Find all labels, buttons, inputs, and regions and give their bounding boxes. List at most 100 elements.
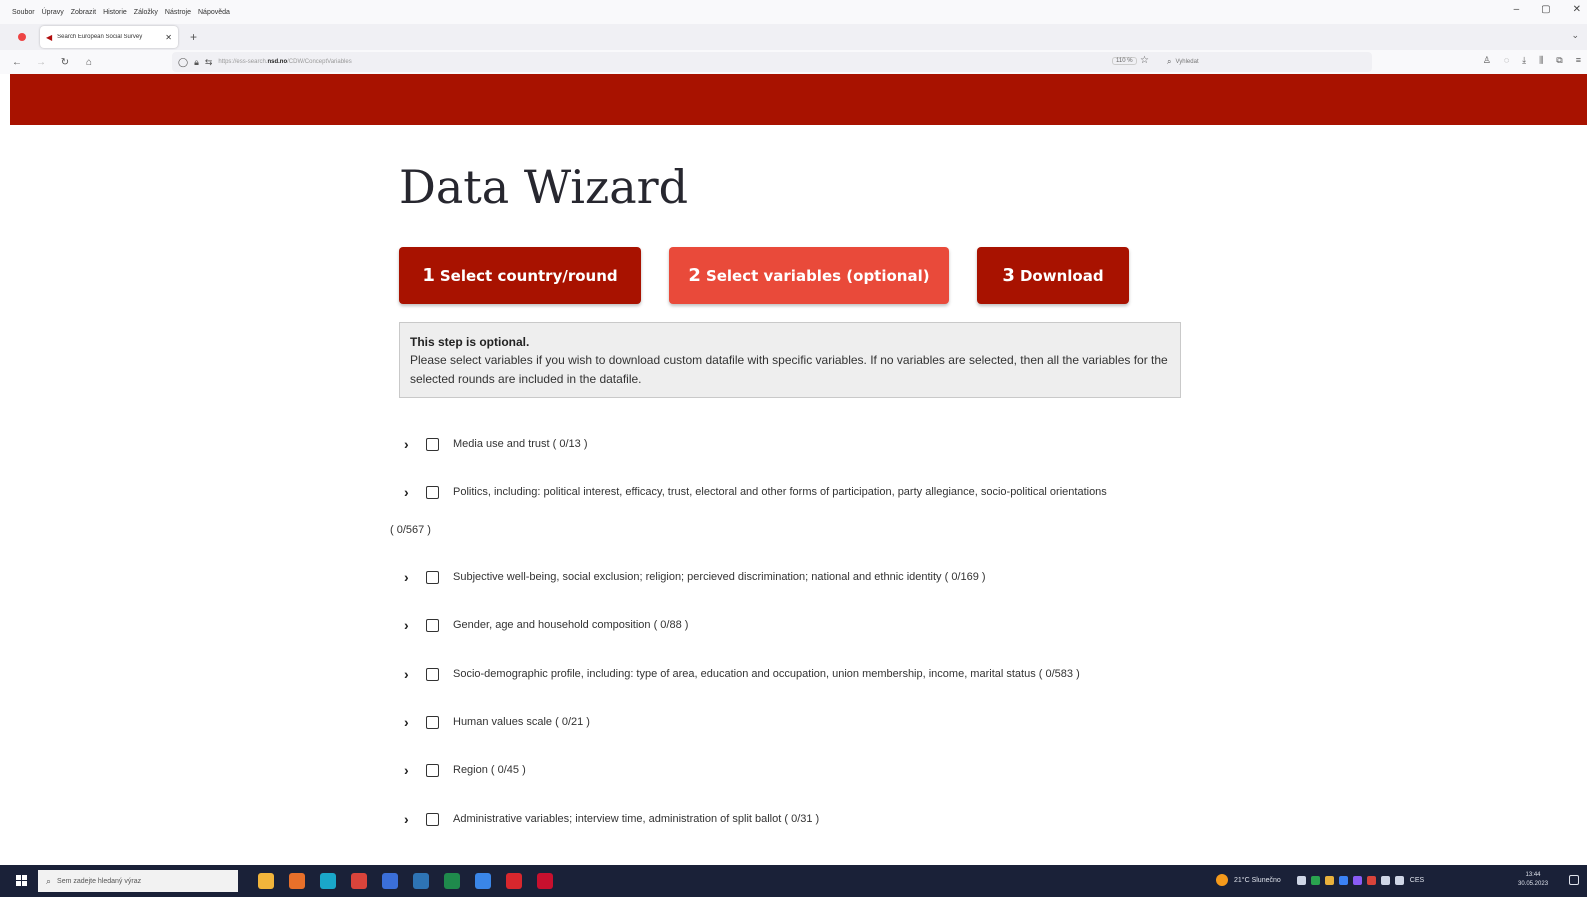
optional-step-info: This step is optional. Please select var… [399,322,1181,398]
edge-icon[interactable] [320,873,336,889]
step-select-country-round-button[interactable]: 1 Select country/round [399,247,641,304]
category-label[interactable]: Gender, age and household composition ( … [453,619,688,631]
category-label[interactable]: Subjective well-being, social exclusion;… [453,571,986,583]
url-text[interactable]: https://ess-search.nsd.no/CDW/ConceptVar… [218,59,351,65]
category-label[interactable]: Politics, including: political interest,… [453,486,1107,498]
weather-icon[interactable] [1216,874,1228,886]
zoom-level[interactable]: 110 % [1112,57,1137,65]
step-number: 3 [1002,265,1015,286]
category-checkbox[interactable] [426,812,439,826]
firefox-icon[interactable] [289,873,305,889]
step-select-variables-button[interactable]: 2 Select variables (optional) [669,247,949,304]
menu-history[interactable]: Historie [103,9,127,16]
browser-tab[interactable]: ◀ Search European Social Survey ✕ [40,26,178,48]
permissions-icon[interactable]: ⇆ [205,57,213,68]
bookmark-star-icon[interactable]: ☆ [1140,55,1149,66]
firefox-view-icon[interactable] [18,33,26,41]
close-window-button[interactable]: ✕ [1573,4,1581,15]
category-checkbox[interactable] [426,763,439,777]
expand-chevron-icon[interactable]: › [404,714,414,730]
category-label[interactable]: Socio-demographic profile, including: ty… [453,668,1080,680]
lock-icon[interactable]: 🔒︎ [194,57,199,68]
menu-icon[interactable]: ≡ [1576,55,1581,66]
category-row: › Administrative variables; interview ti… [404,811,819,827]
address-bar[interactable]: ◯ 🔒︎ ⇆ https://ess-search.nsd.no/CDW/Con… [172,52,1372,72]
word-icon[interactable] [382,873,398,889]
category-checkbox[interactable] [426,667,439,681]
excel-icon[interactable] [444,873,460,889]
category-checkbox[interactable] [426,715,439,729]
weather-text[interactable]: 21°C Slunečno [1234,877,1281,884]
search-input[interactable]: ⌕ Vyhledat [1165,54,1370,70]
windows-start-icon[interactable] [16,875,27,886]
notification-icon[interactable] [1569,875,1579,885]
expand-chevron-icon[interactable]: › [404,617,414,633]
menu-bookmarks[interactable]: Záložky [134,9,158,16]
tab-close-icon[interactable]: ✕ [165,33,172,42]
menu-help[interactable]: Nápověda [198,9,230,16]
tray-app-icon[interactable] [1352,875,1362,885]
tray-app-icon[interactable] [1310,875,1320,885]
menu-tools[interactable]: Nástroje [165,9,191,16]
app-icon[interactable] [537,873,553,889]
home-icon[interactable]: ⌂ [82,57,96,68]
tray-app-icon[interactable] [1296,875,1306,885]
step-download-button[interactable]: 3 Download [977,247,1129,304]
menu-view[interactable]: Zobrazit [71,9,96,16]
list-tabs-icon[interactable]: ⌄ [1571,30,1579,41]
expand-chevron-icon[interactable]: › [404,666,414,682]
downloads-icon[interactable]: ⤓ [1522,55,1526,66]
expand-chevron-icon[interactable]: › [404,484,414,500]
category-label[interactable]: Administrative variables; interview time… [453,813,819,825]
category-checkbox[interactable] [426,618,439,632]
shield-icon[interactable]: ◯ [178,57,188,68]
account-icon[interactable]: ♙ [1483,55,1491,66]
browser-tabbar: ◀ Search European Social Survey ✕ + ⌄ [0,24,1587,50]
taskbar-search-input[interactable]: ⌕ Sem zadejte hledaný výraz [38,870,238,892]
menu-edit[interactable]: Úpravy [42,9,64,16]
tray-app-icon[interactable] [1366,875,1376,885]
onedrive-icon[interactable] [475,873,491,889]
library-icon[interactable]: ⫼ [1539,55,1543,66]
maximize-button[interactable]: ▢ [1541,4,1550,15]
expand-chevron-icon[interactable]: › [404,762,414,778]
back-icon[interactable]: ← [10,57,24,68]
step-number: 2 [688,265,701,286]
expand-chevron-icon[interactable]: › [404,811,414,827]
outlook-icon[interactable] [413,873,429,889]
favicon-icon: ◀ [46,32,53,42]
volume-icon[interactable] [1394,875,1404,885]
file-explorer-icon[interactable] [258,873,274,889]
minimize-button[interactable]: – [1514,4,1520,15]
network-icon[interactable] [1380,875,1390,885]
expand-chevron-icon[interactable]: › [404,436,414,452]
step-number: 1 [422,265,435,286]
step-label: Select country/round [439,266,618,285]
tray-app-icon[interactable] [1338,875,1348,885]
search-icon: ⌕ [46,875,52,886]
extensions-icon[interactable]: ⧉ [1556,55,1562,66]
forward-icon[interactable]: → [34,57,48,68]
category-checkbox[interactable] [426,485,439,499]
screen: Soubor Úpravy Zobrazit Historie Záložky … [0,0,1587,897]
new-tab-button[interactable]: + [190,30,197,44]
chrome-icon[interactable] [351,873,367,889]
acrobat-icon[interactable] [506,873,522,889]
category-label[interactable]: Human values scale ( 0/21 ) [453,716,590,728]
pocket-icon[interactable]: ◌ [1504,55,1509,66]
expand-chevron-icon[interactable]: › [404,569,414,585]
system-tray: 21°C Slunečno CES [1216,874,1424,886]
taskbar-clock[interactable]: 13:44 30.05.2023 [1518,871,1548,889]
menu-file[interactable]: Soubor [12,9,35,16]
category-checkbox[interactable] [426,437,439,451]
language-indicator[interactable]: CES [1410,877,1424,884]
category-label[interactable]: Region ( 0/45 ) [453,764,526,776]
window-controls: – ▢ ✕ [1514,4,1581,15]
category-label[interactable]: Media use and trust ( 0/13 ) [453,438,588,450]
taskbar-apps [258,873,553,889]
step-label: Download [1019,266,1104,285]
reload-icon[interactable]: ↻ [58,57,72,68]
category-row: › Gender, age and household composition … [404,617,688,633]
tray-app-icon[interactable] [1324,875,1334,885]
category-checkbox[interactable] [426,570,439,584]
